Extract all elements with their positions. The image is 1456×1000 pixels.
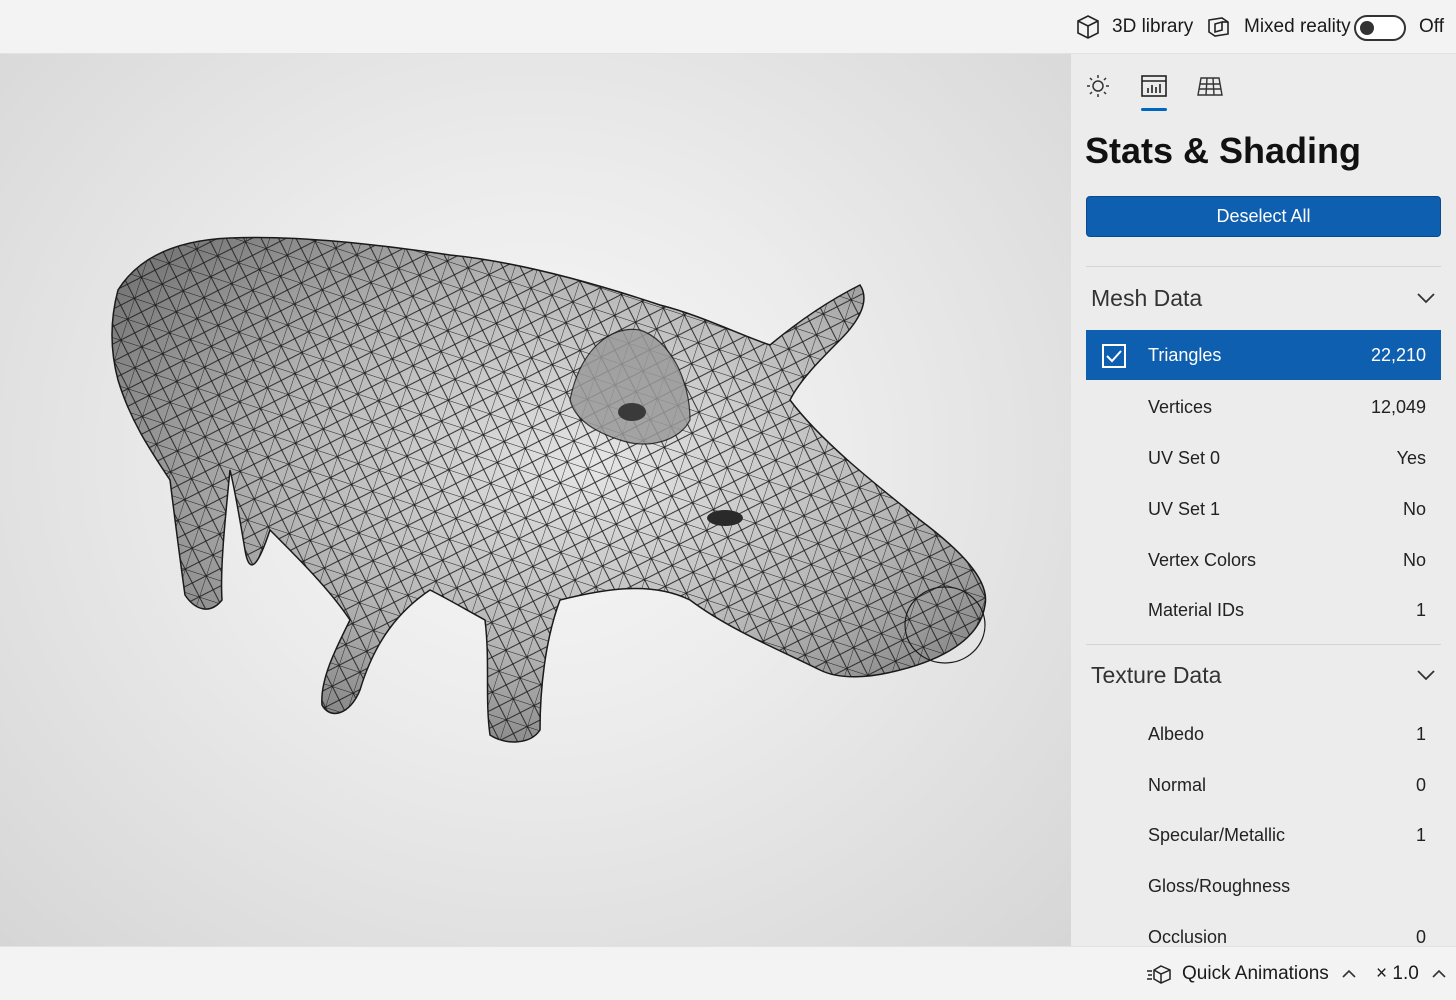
tab-stats[interactable] bbox=[1138, 70, 1170, 102]
texture-data-header[interactable]: Texture Data bbox=[1091, 655, 1441, 695]
mixed-reality-button[interactable]: Mixed reality bbox=[1206, 0, 1351, 54]
stat-row-uv-set-1[interactable]: UV Set 1 No bbox=[1086, 484, 1441, 534]
3d-viewport[interactable] bbox=[0, 54, 1071, 946]
checkbox-checked-icon[interactable] bbox=[1102, 344, 1126, 368]
chevron-up-icon bbox=[1342, 969, 1356, 978]
pig-wireframe-model[interactable] bbox=[0, 54, 1071, 946]
stat-row-uv-set-0[interactable]: UV Set 0 Yes bbox=[1086, 433, 1441, 483]
chevron-down-icon bbox=[1413, 285, 1439, 311]
stat-label: Vertices bbox=[1148, 396, 1213, 417]
panel-title: Stats & Shading bbox=[1085, 130, 1362, 171]
toggle-knob bbox=[1360, 21, 1374, 35]
stat-row-normal[interactable]: Normal 0 bbox=[1086, 760, 1441, 810]
3d-library-button[interactable]: 3D library bbox=[1074, 0, 1193, 54]
quick-animations-button[interactable]: Quick Animations bbox=[1146, 947, 1357, 1000]
mesh-data-title: Mesh Data bbox=[1091, 284, 1203, 311]
stat-label: Albedo bbox=[1148, 723, 1205, 744]
stat-value: No bbox=[1402, 498, 1426, 519]
tab-grid[interactable] bbox=[1194, 70, 1226, 102]
stat-row-vertex-colors[interactable]: Vertex Colors No bbox=[1086, 535, 1441, 585]
stat-label: Occlusion bbox=[1148, 926, 1228, 947]
stats-shading-panel: Stats & Shading Deselect All Mesh Data T… bbox=[1071, 54, 1456, 946]
stat-label: Triangles bbox=[1148, 344, 1222, 365]
grid-icon bbox=[1197, 77, 1223, 96]
stat-value: 1 bbox=[1415, 599, 1426, 620]
cube-icon bbox=[1077, 15, 1099, 39]
toggle-state-label: Off bbox=[1419, 16, 1444, 37]
stat-value: 12,049 bbox=[1370, 396, 1426, 417]
panel-tabs bbox=[1071, 54, 1456, 118]
stat-value: 0 bbox=[1415, 926, 1426, 947]
mesh-data-header[interactable]: Mesh Data bbox=[1091, 278, 1441, 318]
bottom-bar: Quick Animations × 1.0 bbox=[0, 946, 1456, 1000]
quick-animations-label: Quick Animations bbox=[1182, 963, 1329, 984]
animation-speed-button[interactable]: × 1.0 bbox=[1376, 947, 1447, 1000]
stat-row-vertices[interactable]: Vertices 12,049 bbox=[1086, 382, 1441, 432]
stat-label: UV Set 1 bbox=[1148, 498, 1221, 519]
divider bbox=[1086, 266, 1441, 267]
stat-label: Material IDs bbox=[1148, 599, 1245, 620]
chevron-down-icon bbox=[1413, 662, 1439, 688]
stat-label: Normal bbox=[1148, 774, 1207, 795]
stat-value: Yes bbox=[1396, 447, 1426, 468]
stat-row-occlusion[interactable]: Occlusion 0 bbox=[1086, 912, 1441, 947]
mixed-reality-label: Mixed reality bbox=[1244, 16, 1351, 37]
stat-label: UV Set 0 bbox=[1148, 447, 1221, 468]
stat-value: 22,210 bbox=[1370, 344, 1426, 365]
mixed-reality-toggle[interactable] bbox=[1354, 15, 1406, 41]
animation-icon bbox=[1147, 965, 1171, 984]
deselect-all-button[interactable]: Deselect All bbox=[1086, 196, 1441, 237]
stat-label: Specular/Metallic bbox=[1148, 824, 1286, 845]
stat-label: Vertex Colors bbox=[1148, 549, 1257, 570]
stat-row-specular-metallic[interactable]: Specular/Metallic 1 bbox=[1086, 810, 1441, 860]
mixed-reality-icon bbox=[1208, 17, 1229, 37]
lighting-icon bbox=[1087, 75, 1109, 97]
stat-row-albedo[interactable]: Albedo 1 bbox=[1086, 709, 1441, 759]
stat-row-material-ids[interactable]: Material IDs 1 bbox=[1086, 585, 1441, 635]
animation-speed-label: × 1.0 bbox=[1376, 963, 1419, 984]
stat-row-triangles[interactable]: Triangles 22,210 bbox=[1086, 330, 1441, 380]
stat-row-gloss-roughness[interactable]: Gloss/Roughness bbox=[1086, 861, 1441, 911]
stat-value: 1 bbox=[1415, 824, 1426, 845]
stat-value: 1 bbox=[1415, 723, 1426, 744]
top-bar: 3D library Mixed reality Off bbox=[0, 0, 1456, 54]
stat-value: 0 bbox=[1415, 774, 1426, 795]
stat-value: No bbox=[1402, 549, 1426, 570]
texture-data-title: Texture Data bbox=[1091, 661, 1222, 688]
active-tab-indicator bbox=[1141, 108, 1167, 111]
stat-label: Gloss/Roughness bbox=[1148, 875, 1291, 896]
tab-lighting[interactable] bbox=[1082, 70, 1114, 102]
3d-library-label: 3D library bbox=[1112, 16, 1194, 37]
divider bbox=[1086, 644, 1441, 645]
stats-icon bbox=[1141, 75, 1167, 97]
chevron-up-icon bbox=[1432, 969, 1446, 978]
